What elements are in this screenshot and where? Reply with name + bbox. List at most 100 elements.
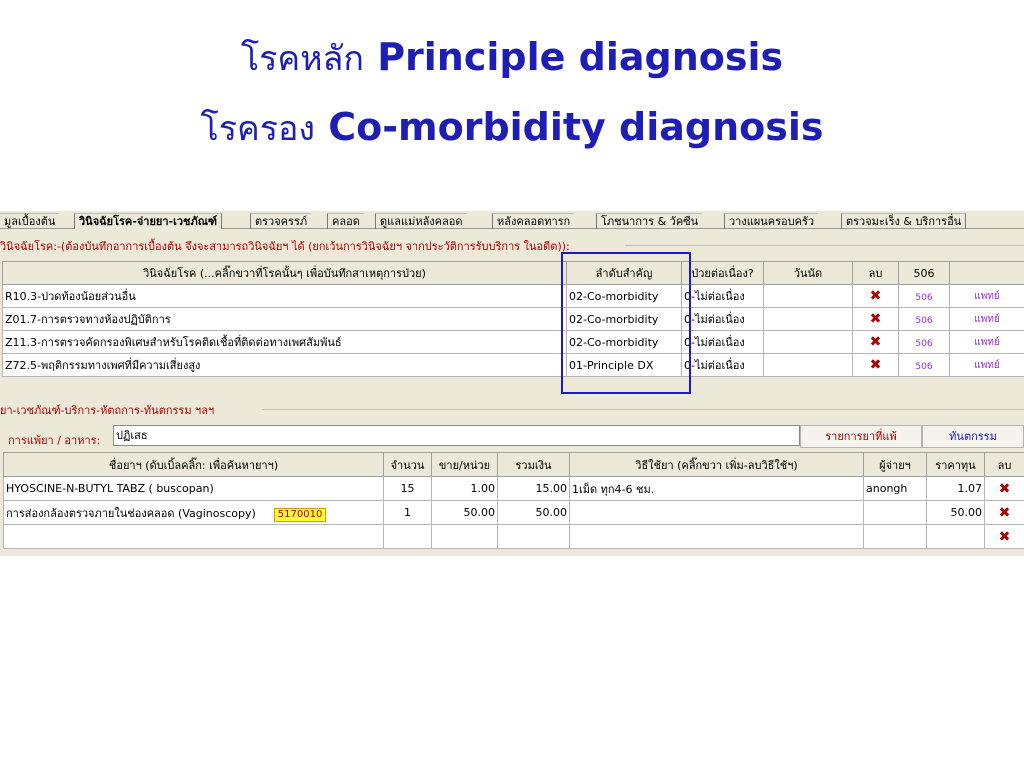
drug-header-delete[interactable]: ลบ	[984, 452, 1024, 477]
drug-section-label: ยา-เวชภัณฑ์-บริการ-หัตถการ-ทันตกรรม ฯลฯ	[0, 404, 215, 417]
table-row[interactable]: Z11.3-การตรวจคัดกรองพิเศษสำหรับโรคติดเชื…	[2, 330, 1024, 354]
delete-icon[interactable]: ✖	[870, 288, 882, 304]
drug-qty-cell[interactable]: 15	[383, 476, 432, 501]
drug-header-name[interactable]: ชื่อยาฯ (ดับเบิ้ลคลิ๊ก: เพื่อค้นหายาฯ)	[3, 452, 384, 477]
drug-header-payer[interactable]: ผู้จ่ายฯ	[863, 452, 927, 477]
table-row[interactable]: HYOSCINE-N-BUTYL TABZ ( buscopan) 15 1.0…	[3, 476, 1024, 501]
drug-usage-cell[interactable]	[569, 500, 864, 525]
tab-cancer-screening[interactable]: ตรวจมะเร็ง & บริการอื่น	[841, 213, 967, 229]
drug-qty-cell[interactable]	[383, 524, 432, 549]
drug-name-cell[interactable]: การส่องกล้องตรวจภายในช่องคลอด (Vaginosco…	[3, 500, 384, 525]
doctor-button[interactable]: แพทย์	[974, 314, 1000, 325]
dx-diagnosis-cell[interactable]: R10.3-ปวดท้องน้อยส่วนอื่น	[2, 284, 567, 308]
delete-icon[interactable]: ✖	[999, 529, 1011, 545]
drug-header-row: ชื่อยาฯ (ดับเบิ้ลคลิ๊ก: เพื่อค้นหายาฯ) จ…	[3, 452, 1024, 477]
tab-nutrition-vaccine[interactable]: โภชนาการ & วัคซีน	[596, 213, 703, 229]
dx-header-appointment[interactable]: วันนัด	[763, 261, 853, 285]
diagnosis-table: วินิจฉัยโรค (...คลิ๊กขวาที่โรคนั้นๆ เพื่…	[2, 261, 1024, 377]
drug-unit-price-cell[interactable]	[431, 524, 498, 549]
dx-continuous-cell[interactable]: 0-ไม่ต่อเนื่อง	[681, 307, 764, 331]
drug-payer-cell[interactable]	[863, 524, 927, 549]
delete-icon[interactable]: ✖	[870, 357, 882, 373]
tab-family-planning[interactable]: วางแผนครอบครัว	[724, 213, 819, 229]
dx-header-continuous[interactable]: ป่วยต่อเนื่อง?	[681, 261, 764, 285]
dx-header-diagnosis[interactable]: วินิจฉัยโรค (...คลิ๊กขวาที่โรคนั้นๆ เพื่…	[2, 261, 567, 285]
dx-header-delete[interactable]: ลบ	[852, 261, 899, 285]
drug-header-unit-price[interactable]: ขาย/หน่วย	[431, 452, 498, 477]
allergy-list-button[interactable]: รายการยาที่แพ้	[800, 425, 922, 448]
slide-title-principle: โรคหลัก Principle diagnosis	[0, 30, 1024, 86]
delete-icon[interactable]: ✖	[999, 481, 1011, 497]
title-thai-comorbidity: โรครอง	[200, 109, 315, 149]
drug-unit-price-cell[interactable]: 50.00	[431, 500, 498, 525]
dx-continuous-cell[interactable]: 0-ไม่ต่อเนื่อง	[681, 353, 764, 377]
drug-header-usage[interactable]: วิธีใช้ยา (คลิ๊กขวา เพิ่ม-ลบวิธีใช้ฯ)	[569, 452, 864, 477]
tab-basic-info[interactable]: มูลเบื้องต้น	[0, 213, 60, 229]
delete-icon[interactable]: ✖	[870, 334, 882, 350]
doctor-button[interactable]: แพทย์	[974, 360, 1000, 371]
drug-total-cell	[497, 524, 570, 549]
tab-postpartum-infant[interactable]: หลังคลอดทารก	[492, 213, 575, 229]
dx-diagnosis-cell[interactable]: Z11.3-การตรวจคัดกรองพิเศษสำหรับโรคติดเชื…	[2, 330, 567, 354]
tab-delivery[interactable]: คลอด	[327, 213, 364, 229]
table-row[interactable]: Z01.7-การตรวจทางห้องปฏิบัติการ 02-Co-mor…	[2, 307, 1024, 331]
drug-name-cell[interactable]	[3, 524, 384, 549]
doctor-button[interactable]: แพทย์	[974, 337, 1000, 348]
slide-title-comorbidity: โรครอง Co-morbidity diagnosis	[0, 100, 1024, 156]
tab-prenatal[interactable]: ตรวจครรภ์	[250, 213, 312, 229]
drug-name-cell[interactable]: HYOSCINE-N-BUTYL TABZ ( buscopan)	[3, 476, 384, 501]
drug-name-text: การส่องกล้องตรวจภายในช่องคลอด (Vaginosco…	[6, 506, 256, 520]
drug-header-total[interactable]: รวมเงิน	[497, 452, 570, 477]
drug-table: ชื่อยาฯ (ดับเบิ้ลคลิ๊ก: เพื่อค้นหายาฯ) จ…	[3, 452, 1024, 549]
title-thai-principle: โรคหลัก	[240, 39, 364, 79]
title-en-comorbidity: Co-morbidity diagnosis	[328, 105, 824, 149]
diagnosis-divider	[625, 245, 1024, 246]
dental-button[interactable]: ทันตกรรม	[922, 425, 1024, 448]
allergy-label: การแพ้ยา / อาหาร:	[8, 434, 101, 447]
delete-icon[interactable]: ✖	[999, 505, 1011, 521]
dx-appointment-cell[interactable]	[763, 284, 853, 308]
table-row[interactable]: R10.3-ปวดท้องน้อยส่วนอื่น 02-Co-morbidit…	[2, 284, 1024, 308]
dx-continuous-cell[interactable]: 0-ไม่ต่อเนื่อง	[681, 284, 764, 308]
drug-usage-cell[interactable]	[569, 524, 864, 549]
tab-strip: มูลเบื้องต้น วินิจฉัยโรค-จ่ายยา-เวชภัณฑ์…	[0, 211, 1024, 229]
drug-header-cost[interactable]: ราคาทุน	[926, 452, 985, 477]
dx-appointment-cell[interactable]	[763, 353, 853, 377]
drug-unit-price-cell[interactable]: 1.00	[431, 476, 498, 501]
report-506-button[interactable]: 506	[915, 293, 932, 303]
table-row[interactable]: ✖	[3, 524, 1024, 549]
dx-diagnosis-cell[interactable]: Z72.5-พฤติกรรมทางเพศที่มีความเสี่ยงสูง	[2, 353, 567, 377]
drug-divider	[262, 409, 1024, 410]
diagnosis-header-row: วินิจฉัยโรค (...คลิ๊กขวาที่โรคนั้นๆ เพื่…	[2, 261, 1024, 285]
table-row[interactable]: Z72.5-พฤติกรรมทางเพศที่มีความเสี่ยงสูง 0…	[2, 353, 1024, 377]
dx-continuous-cell[interactable]: 0-ไม่ต่อเนื่อง	[681, 330, 764, 354]
table-row[interactable]: การส่องกล้องตรวจภายในช่องคลอด (Vaginosco…	[3, 500, 1024, 525]
title-en-principle: Principle diagnosis	[377, 35, 784, 79]
report-506-button[interactable]: 506	[915, 362, 932, 372]
tab-postpartum-mother[interactable]: ดูแลแม่หลังคลอด	[375, 213, 467, 229]
delete-icon[interactable]: ✖	[870, 311, 882, 327]
dx-diagnosis-cell[interactable]: Z01.7-การตรวจทางห้องปฏิบัติการ	[2, 307, 567, 331]
procedure-code-badge: 5170010	[273, 507, 327, 522]
drug-qty-cell[interactable]: 1	[383, 500, 432, 525]
report-506-button[interactable]: 506	[915, 316, 932, 326]
doctor-button[interactable]: แพทย์	[974, 291, 1000, 302]
drug-cost-cell: 50.00	[926, 500, 985, 525]
drug-cost-cell: 1.07	[926, 476, 985, 501]
drug-cost-cell	[926, 524, 985, 549]
drug-header-qty[interactable]: จำนวน	[383, 452, 432, 477]
drug-payer-cell[interactable]	[863, 500, 927, 525]
drug-usage-cell[interactable]: 1เม็ด ทุก4-6 ชม.	[569, 476, 864, 501]
allergy-input[interactable]: ปฏิเสธ	[113, 425, 800, 446]
tab-diagnosis-drugs[interactable]: วินิจฉัยโรค-จ่ายยา-เวชภัณฑ์	[74, 213, 223, 229]
drug-total-cell: 50.00	[497, 500, 570, 525]
rank-column-highlight	[561, 252, 691, 394]
dx-appointment-cell[interactable]	[763, 330, 853, 354]
dx-appointment-cell[interactable]	[763, 307, 853, 331]
app-screenshot: มูลเบื้องต้น วินิจฉัยโรค-จ่ายยา-เวชภัณฑ์…	[0, 211, 1024, 556]
report-506-button[interactable]: 506	[915, 339, 932, 349]
dx-header-doctor	[949, 261, 1024, 285]
dx-header-506[interactable]: 506	[898, 261, 950, 285]
drug-payer-cell[interactable]: anongh	[863, 476, 927, 501]
diagnosis-section-label: วินิจฉัยโรค:-(ต้องบันทึกอาการเบื้องต้น จ…	[0, 240, 570, 253]
